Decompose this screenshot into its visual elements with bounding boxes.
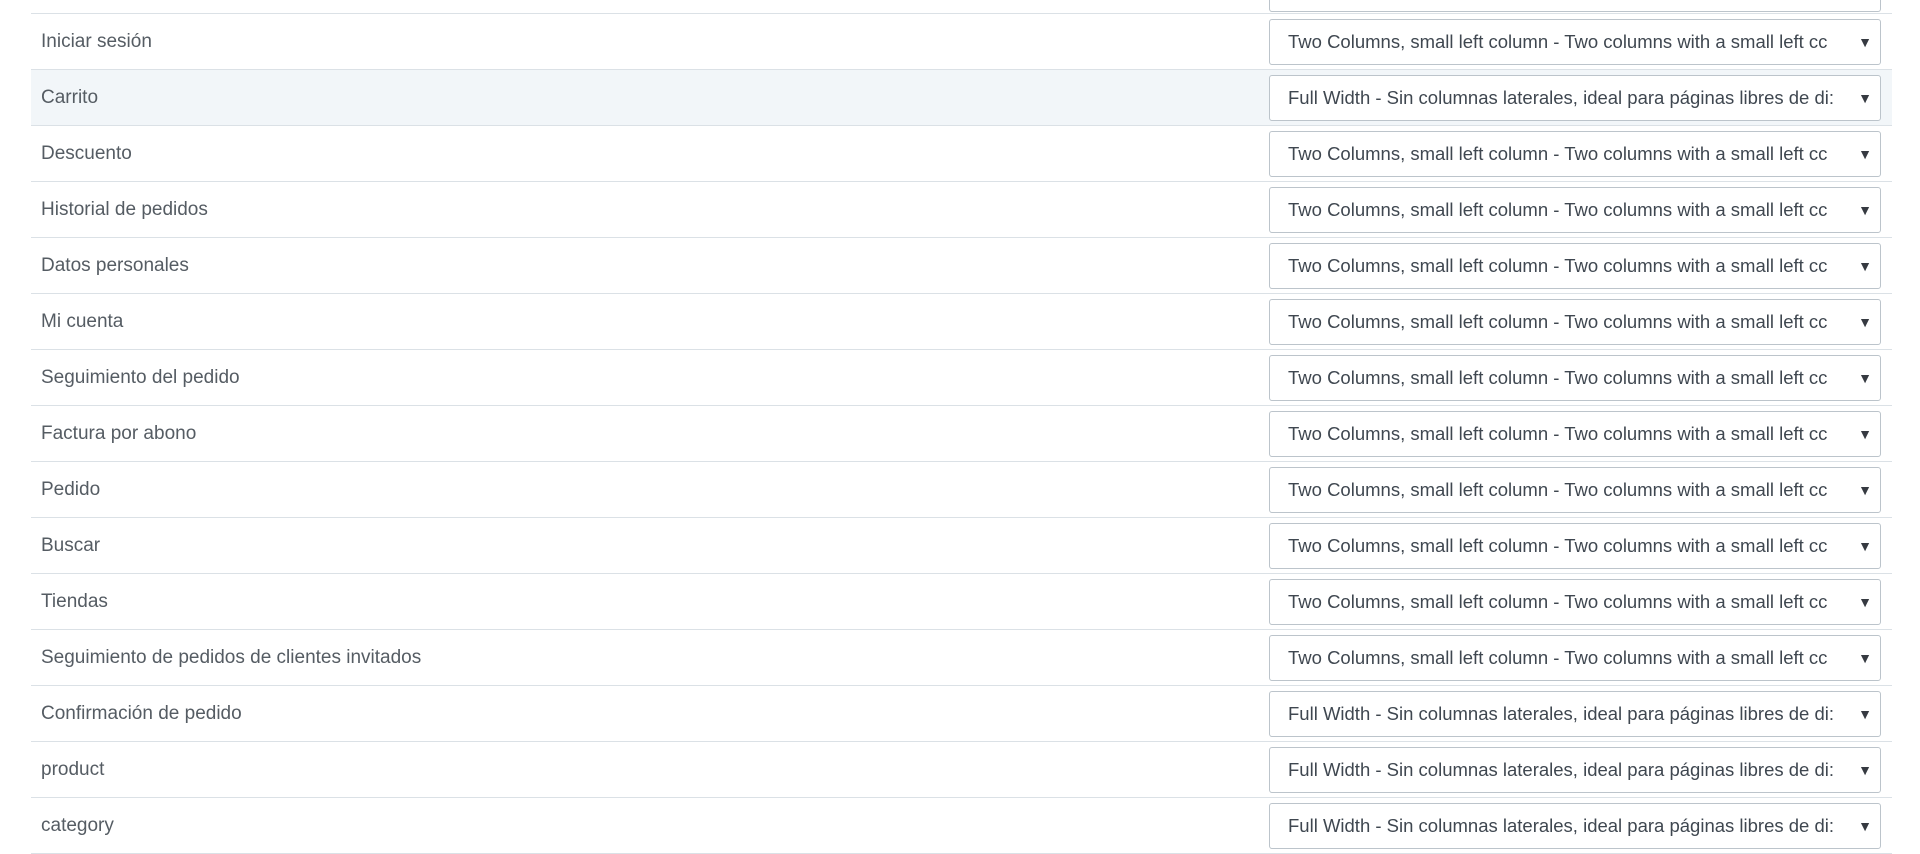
- layout-select[interactable]: Full Width - Sin columnas laterales, ide…: [1269, 747, 1881, 793]
- page-name-label: Seguimiento de pedidos de clientes invit…: [41, 647, 422, 668]
- layout-select-value: Two Columns, small left column - Two col…: [1288, 423, 1828, 444]
- layout-select-value: Two Columns, small left column - Two col…: [1288, 591, 1828, 612]
- layout-select-value: Two Columns, small left column - Two col…: [1288, 535, 1828, 556]
- caret-down-icon: ▼: [1858, 90, 1872, 106]
- caret-down-icon: ▼: [1858, 370, 1872, 386]
- layout-select-value: Two Columns, small left column - Two col…: [1288, 479, 1828, 500]
- table-row: Seguimiento del pedido Two Columns, smal…: [31, 350, 1892, 406]
- page-name-label: Tiendas: [41, 591, 108, 612]
- table-row: Mi cuenta Two Columns, small left column…: [31, 294, 1892, 350]
- previous-layout-select[interactable]: [1269, 0, 1881, 12]
- caret-down-icon: ▼: [1858, 706, 1872, 722]
- layout-select-value: Two Columns, small left column - Two col…: [1288, 311, 1828, 332]
- page-name-label: Carrito: [41, 87, 99, 108]
- caret-down-icon: ▼: [1858, 650, 1872, 666]
- layout-select-value: Two Columns, small left column - Two col…: [1288, 255, 1828, 276]
- page-name-label: Confirmación de pedido: [41, 703, 242, 724]
- caret-down-icon: ▼: [1858, 202, 1872, 218]
- caret-down-icon: ▼: [1858, 762, 1872, 778]
- layout-select[interactable]: Two Columns, small left column - Two col…: [1269, 355, 1881, 401]
- caret-down-icon: ▼: [1858, 482, 1872, 498]
- layout-select-value: Two Columns, small left column - Two col…: [1288, 647, 1828, 668]
- layout-select-value: Two Columns, small left column - Two col…: [1288, 199, 1828, 220]
- layout-select[interactable]: Two Columns, small left column - Two col…: [1269, 187, 1881, 233]
- page-name-label: product: [41, 759, 105, 780]
- layout-select[interactable]: Two Columns, small left column - Two col…: [1269, 19, 1881, 65]
- caret-down-icon: ▼: [1858, 538, 1872, 554]
- layout-select[interactable]: Two Columns, small left column - Two col…: [1269, 131, 1881, 177]
- page-name-label: category: [41, 815, 114, 836]
- page-name-label: Pedido: [41, 479, 101, 500]
- previous-row-remnant: [31, 0, 1892, 13]
- layout-select-value: Full Width - Sin columnas laterales, ide…: [1288, 703, 1835, 724]
- table-row: Iniciar sesión Two Columns, small left c…: [31, 14, 1892, 70]
- table-row: Datos personales Two Columns, small left…: [31, 238, 1892, 294]
- caret-down-icon: ▼: [1858, 818, 1872, 834]
- table-row: Seguimiento de pedidos de clientes invit…: [31, 630, 1892, 686]
- layout-select[interactable]: Two Columns, small left column - Two col…: [1269, 523, 1881, 569]
- layout-select-value: Two Columns, small left column - Two col…: [1288, 31, 1828, 52]
- table-row: category Full Width - Sin columnas later…: [31, 798, 1892, 854]
- page-name-label: Seguimiento del pedido: [41, 367, 240, 388]
- table-row: Descuento Two Columns, small left column…: [31, 126, 1892, 182]
- table-row: Carrito Full Width - Sin columnas latera…: [31, 70, 1892, 126]
- page-name-label: Factura por abono: [41, 423, 197, 444]
- caret-down-icon: ▼: [1858, 426, 1872, 442]
- table-row: Pedido Two Columns, small left column - …: [31, 462, 1892, 518]
- layout-select-value: Two Columns, small left column - Two col…: [1288, 367, 1828, 388]
- page-name-label: Mi cuenta: [41, 311, 124, 332]
- table-row: Factura por abono Two Columns, small lef…: [31, 406, 1892, 462]
- table-row: product Full Width - Sin columnas latera…: [31, 742, 1892, 798]
- layout-select-value: Two Columns, small left column - Two col…: [1288, 143, 1828, 164]
- layout-select[interactable]: Two Columns, small left column - Two col…: [1269, 243, 1881, 289]
- layout-select[interactable]: Full Width - Sin columnas laterales, ide…: [1269, 803, 1881, 849]
- layout-select[interactable]: Two Columns, small left column - Two col…: [1269, 635, 1881, 681]
- caret-down-icon: ▼: [1858, 314, 1872, 330]
- table-row: Buscar Two Columns, small left column - …: [31, 518, 1892, 574]
- layout-select-value: Full Width - Sin columnas laterales, ide…: [1288, 759, 1835, 780]
- page-name-label: Buscar: [41, 535, 101, 556]
- layout-select-value: Full Width - Sin columnas laterales, ide…: [1288, 87, 1835, 108]
- page-name-label: Historial de pedidos: [41, 199, 208, 220]
- caret-down-icon: ▼: [1858, 594, 1872, 610]
- layout-select[interactable]: Two Columns, small left column - Two col…: [1269, 579, 1881, 625]
- layout-select[interactable]: Two Columns, small left column - Two col…: [1269, 467, 1881, 513]
- page-name-label: Descuento: [41, 143, 132, 164]
- layout-select[interactable]: Full Width - Sin columnas laterales, ide…: [1269, 75, 1881, 121]
- caret-down-icon: ▼: [1858, 146, 1872, 162]
- table-row: Historial de pedidos Two Columns, small …: [31, 182, 1892, 238]
- layout-select[interactable]: Full Width - Sin columnas laterales, ide…: [1269, 691, 1881, 737]
- caret-down-icon: ▼: [1858, 258, 1872, 274]
- layout-select[interactable]: Two Columns, small left column - Two col…: [1269, 411, 1881, 457]
- page-layout-table: Iniciar sesión Two Columns, small left c…: [31, 13, 1892, 854]
- table-row: Tiendas Two Columns, small left column -…: [31, 574, 1892, 630]
- page-name-label: Iniciar sesión: [41, 31, 152, 52]
- layout-select[interactable]: Two Columns, small left column - Two col…: [1269, 299, 1881, 345]
- page-name-label: Datos personales: [41, 255, 189, 276]
- caret-down-icon: ▼: [1858, 34, 1872, 50]
- layout-select-value: Full Width - Sin columnas laterales, ide…: [1288, 815, 1835, 836]
- table-row: Confirmación de pedido Full Width - Sin …: [31, 686, 1892, 742]
